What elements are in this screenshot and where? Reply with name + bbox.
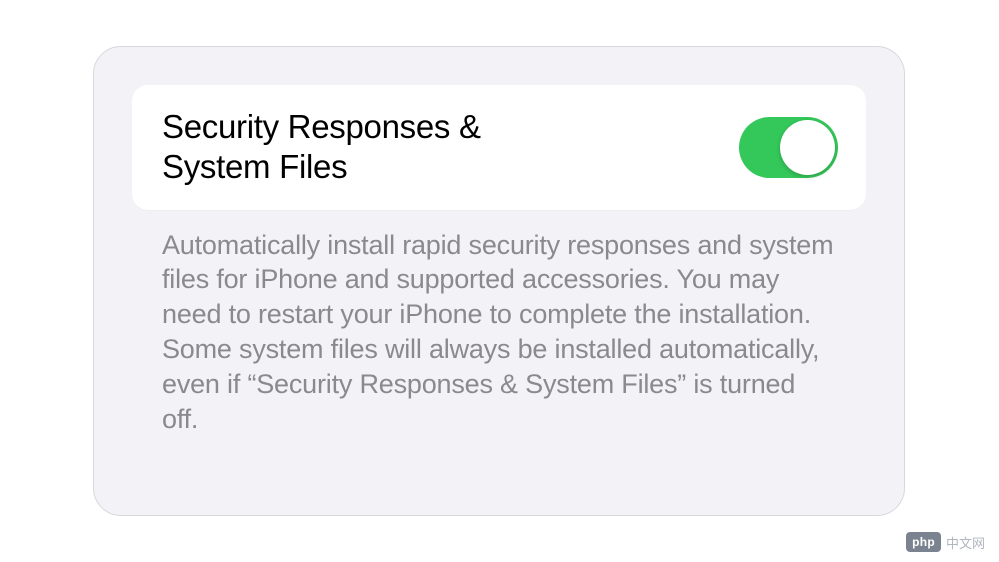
setting-description: Automatically install rapid security res… bbox=[132, 210, 866, 438]
watermark: php 中文网 bbox=[906, 532, 985, 552]
settings-panel: Security Responses & System Files Automa… bbox=[93, 46, 905, 516]
security-responses-row: Security Responses & System Files bbox=[132, 85, 866, 210]
security-responses-toggle[interactable] bbox=[739, 117, 838, 178]
watermark-text: 中文网 bbox=[946, 533, 985, 552]
watermark-badge: php bbox=[906, 532, 941, 552]
toggle-knob bbox=[780, 120, 835, 175]
setting-title: Security Responses & System Files bbox=[162, 107, 582, 188]
